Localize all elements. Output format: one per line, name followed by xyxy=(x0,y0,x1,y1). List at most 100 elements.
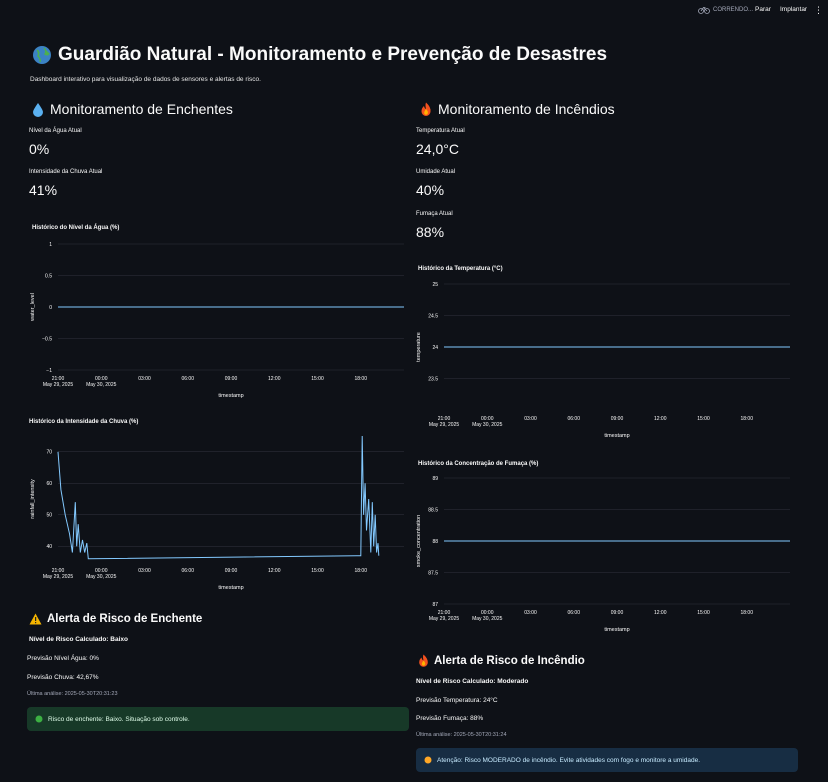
top-toolbar: CORRENDO... Parar Implantar ⋮ xyxy=(0,0,828,22)
x-tick-label: 12:00 xyxy=(654,610,667,616)
x-axis-title: timestamp xyxy=(604,433,629,439)
x-tick-label: May 29, 2025 xyxy=(429,422,460,428)
flood-heading: Monitoramento de Enchentes xyxy=(32,101,233,117)
x-tick-label: 15:00 xyxy=(311,568,324,574)
water-level-value: 0% xyxy=(29,141,50,157)
humidity-value: 40% xyxy=(416,182,445,198)
water-level-chart[interactable]: 10.50−0.5−121:00May 29, 202500:00May 30,… xyxy=(28,236,408,406)
y-tick-label: 70 xyxy=(46,450,52,456)
y-tick-label: 87.5 xyxy=(428,570,438,576)
x-tick-label: 15:00 xyxy=(311,376,324,382)
deploy-button[interactable]: Implantar xyxy=(780,6,807,13)
flood-alert-text: Risco de enchente: Baixo. Situação sob c… xyxy=(48,715,190,723)
x-tick-label: 03:00 xyxy=(524,610,537,616)
x-tick-label: 12:00 xyxy=(268,568,281,574)
x-tick-label: May 29, 2025 xyxy=(429,616,460,622)
green-circle-icon xyxy=(35,715,43,723)
x-axis-title: timestamp xyxy=(218,585,243,591)
x-tick-label: 03:00 xyxy=(524,416,537,422)
x-tick-label: May 30, 2025 xyxy=(86,574,117,580)
y-tick-label: 40 xyxy=(46,544,52,550)
flood-prediction-rain: Previsão Chuva: 42,67% xyxy=(27,674,99,681)
flood-heading-text: Monitoramento de Enchentes xyxy=(50,101,233,117)
flood-risk-level: Nível de Risco Calculado: Baixo xyxy=(29,636,128,643)
stop-button[interactable]: Parar xyxy=(755,6,771,13)
y-tick-label: 1 xyxy=(49,242,52,248)
orange-circle-icon xyxy=(424,756,432,764)
rain-intensity-chart[interactable]: 7060504021:00May 29, 202500:00May 30, 20… xyxy=(28,428,408,598)
x-tick-label: 15:00 xyxy=(697,416,710,422)
smoke-chart[interactable]: 8988.58887.58721:00May 29, 202500:00May … xyxy=(414,470,794,640)
y-tick-label: −1 xyxy=(46,368,52,374)
temperature-value: 24,0°C xyxy=(416,141,459,157)
fire-icon xyxy=(419,654,428,667)
y-tick-label: 88 xyxy=(432,539,438,545)
y-tick-label: 0.5 xyxy=(45,273,52,279)
x-tick-label: 18:00 xyxy=(354,376,367,382)
x-axis-title: timestamp xyxy=(604,627,629,633)
fire-alert-text: Atenção: Risco MODERADO de incêndio. Evi… xyxy=(437,756,701,764)
y-axis-title: smoke_concentration xyxy=(416,515,422,567)
x-tick-label: 15:00 xyxy=(697,610,710,616)
globe-icon xyxy=(33,46,51,64)
x-tick-label: 09:00 xyxy=(611,416,624,422)
flood-alert-heading: Alerta de Risco de Enchente xyxy=(29,613,202,625)
y-tick-label: 25 xyxy=(432,282,438,288)
x-tick-label: May 30, 2025 xyxy=(86,382,117,388)
x-tick-label: 06:00 xyxy=(181,376,194,382)
x-tick-label: 18:00 xyxy=(354,568,367,574)
x-tick-label: 12:00 xyxy=(268,376,281,382)
page-caption: Dashboard interativo para visualização d… xyxy=(30,76,261,83)
y-axis-title: temperature xyxy=(416,332,422,362)
fire-prediction-smoke: Previsão Fumaça: 88% xyxy=(416,715,484,722)
flood-alert-heading-text: Alerta de Risco de Enchente xyxy=(47,613,203,625)
x-tick-label: 09:00 xyxy=(225,376,238,382)
fire-alert-heading: Alerta de Risco de Incêndio xyxy=(418,654,585,667)
humidity-label: Umidade Atual xyxy=(416,169,456,175)
rain-intensity-value: 41% xyxy=(29,182,58,198)
y-tick-label: 0 xyxy=(49,305,52,311)
series-line xyxy=(57,435,380,560)
y-tick-label: 23.5 xyxy=(428,376,438,382)
temperature-label: Temperatura Atual xyxy=(416,128,465,134)
x-tick-label: May 29, 2025 xyxy=(43,574,74,580)
flood-alert-box: Risco de enchente: Baixo. Situação sob c… xyxy=(27,707,409,731)
x-tick-label: May 30, 2025 xyxy=(472,422,503,428)
x-tick-label: 18:00 xyxy=(740,416,753,422)
temperature-chart[interactable]: 2524.52423.521:00May 29, 202500:00May 30… xyxy=(414,276,794,446)
x-tick-label: May 30, 2025 xyxy=(472,616,503,622)
bicycle-icon xyxy=(698,6,710,14)
x-tick-label: 06:00 xyxy=(567,610,580,616)
running-status-label: CORRENDO... xyxy=(713,7,754,13)
fire-alert-heading-text: Alerta de Risco de Incêndio xyxy=(434,654,585,667)
x-tick-label: May 29, 2025 xyxy=(43,382,74,388)
x-tick-label: 09:00 xyxy=(611,610,624,616)
fire-risk-level: Nível de Risco Calculado: Moderado xyxy=(416,678,529,685)
water-chart-title: Histórico do Nível da Água (%) xyxy=(32,225,120,231)
fire-prediction-temperature: Previsão Temperatura: 24°C xyxy=(416,697,498,704)
smoke-chart-title: Histórico da Concentração de Fumaça (%) xyxy=(418,461,539,467)
water-level-label: Nível da Água Atual xyxy=(29,128,82,134)
x-tick-label: 09:00 xyxy=(225,568,238,574)
page-title: Guardião Natural - Monitoramento e Preve… xyxy=(32,44,607,66)
x-tick-label: 18:00 xyxy=(740,610,753,616)
y-axis-title: rainfall_intensity xyxy=(30,479,36,519)
main-menu-icon[interactable]: ⋮ xyxy=(814,5,823,16)
page-title-text: Guardião Natural - Monitoramento e Preve… xyxy=(58,44,608,65)
y-tick-label: 88.5 xyxy=(428,507,438,513)
fire-alert-box: Atenção: Risco MODERADO de incêndio. Evi… xyxy=(416,748,798,772)
running-status: CORRENDO... xyxy=(698,6,753,14)
y-tick-label: −0.5 xyxy=(42,336,52,342)
rain-chart-title: Histórico da Intensidade da Chuva (%) xyxy=(29,419,139,425)
flood-last-analysis: Última análise: 2025-05-30T20:31:23 xyxy=(27,691,118,697)
smoke-label: Fumaça Atual xyxy=(416,211,453,217)
x-axis-title: timestamp xyxy=(218,393,243,399)
y-tick-label: 50 xyxy=(46,513,52,519)
warning-icon xyxy=(29,613,42,625)
smoke-value: 88% xyxy=(416,224,445,240)
y-tick-label: 60 xyxy=(46,481,52,487)
temperature-chart-title: Histórico da Temperatura (°C) xyxy=(418,266,503,272)
fire-icon xyxy=(421,102,431,116)
y-tick-label: 89 xyxy=(432,476,438,482)
x-tick-label: 03:00 xyxy=(138,376,151,382)
